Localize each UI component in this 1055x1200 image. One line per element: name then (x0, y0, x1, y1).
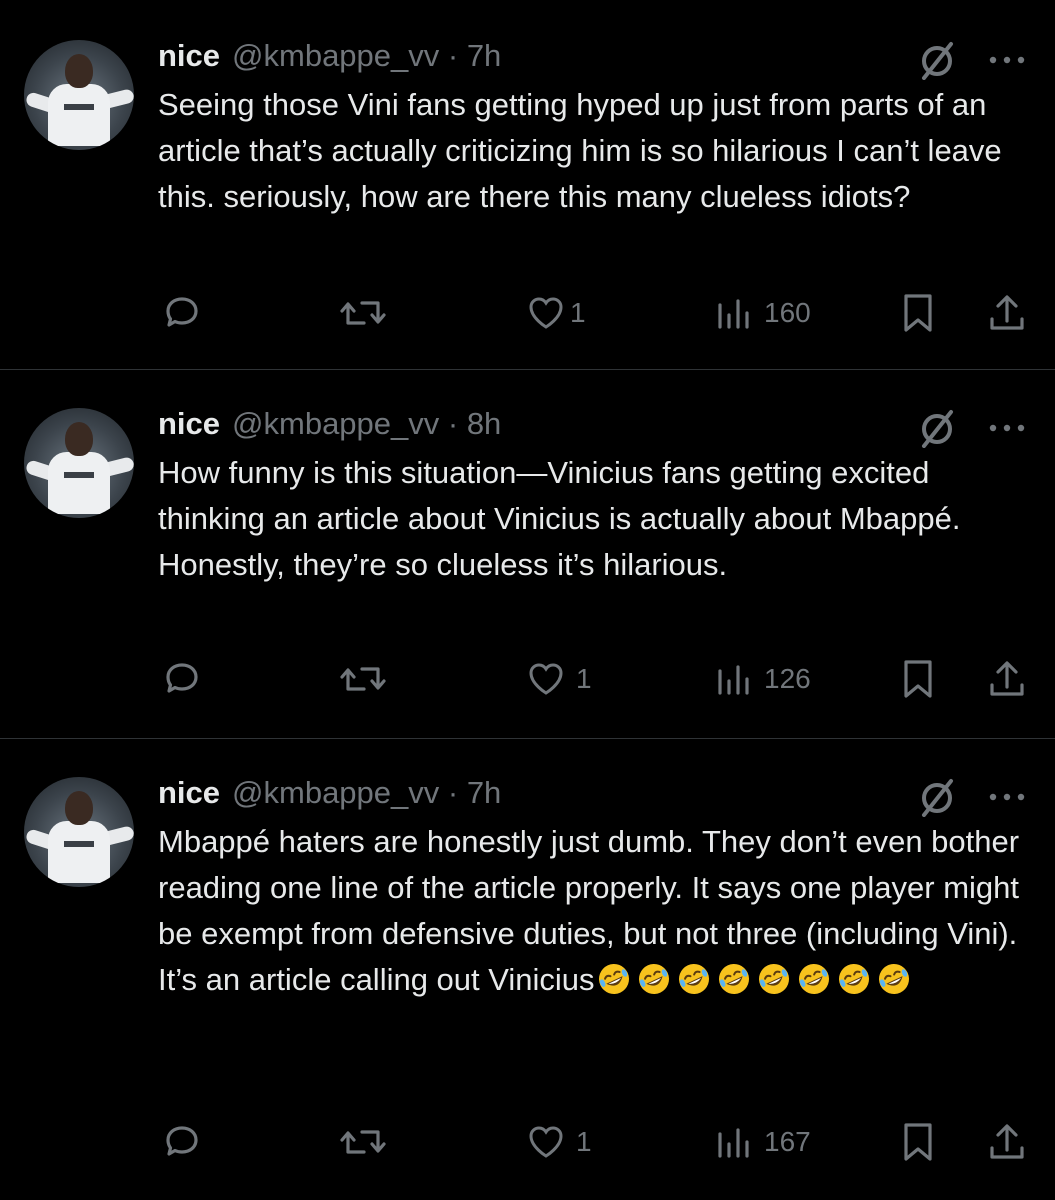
tweet-header: nice @kmbappe_vv · 8h (158, 404, 501, 444)
bookmark-button[interactable] (900, 654, 936, 704)
handle-and-time[interactable]: @kmbappe_vv · 8h (232, 406, 501, 442)
speech-bubble-icon (166, 1126, 198, 1156)
view-count: 167 (764, 1126, 811, 1157)
bar-chart-icon (718, 1128, 749, 1158)
bookmark-button[interactable] (900, 1117, 936, 1167)
repost-arrows-icon (340, 1130, 386, 1154)
like-button[interactable]: 1 (526, 654, 592, 704)
bookmark-icon (904, 660, 932, 698)
rolling-on-floor-laughing-icon (878, 964, 909, 994)
views-button[interactable]: 167 (714, 1117, 811, 1167)
repost-arrows-icon (340, 667, 386, 691)
tweet-text: How funny is this situation—Vinicius fan… (158, 455, 961, 582)
rolling-on-floor-laughing-icon (638, 964, 669, 994)
tweet[interactable]: nice @kmbappe_vv · 8h How funny is this … (0, 368, 1055, 736)
rolling-on-floor-laughing-icon (598, 964, 629, 994)
tweet[interactable]: nice @kmbappe_vv · 7h Seeing those Vini … (0, 0, 1055, 368)
display-name[interactable]: nice (158, 775, 220, 811)
bar-chart-icon (718, 299, 749, 329)
rolling-on-floor-laughing-icon (798, 964, 829, 994)
tweet[interactable]: nice @kmbappe_vv · 7h Mbappé haters are … (0, 737, 1055, 1200)
avatar[interactable] (24, 777, 134, 887)
reply-button[interactable] (160, 1117, 204, 1167)
like-count: 1 (570, 297, 586, 328)
like-button[interactable]: 1 (526, 288, 586, 338)
rolling-on-floor-laughing-icon (718, 964, 749, 994)
repost-arrows-icon (340, 301, 386, 325)
rolling-on-floor-laughing-icon (678, 964, 709, 994)
display-name[interactable]: nice (158, 38, 220, 74)
repost-button[interactable] (338, 288, 388, 338)
share-upload-icon (990, 1124, 1024, 1159)
heart-icon (529, 1126, 563, 1158)
tweet-header: nice @kmbappe_vv · 7h (158, 36, 501, 76)
slashed-circle-icon[interactable] (918, 777, 958, 817)
views-button[interactable]: 160 (714, 288, 811, 338)
speech-bubble-icon (166, 663, 198, 693)
share-button[interactable] (986, 1117, 1028, 1167)
repost-button[interactable] (338, 654, 388, 704)
avatar[interactable] (24, 408, 134, 518)
share-button[interactable] (986, 654, 1028, 704)
ellipsis-icon[interactable] (984, 40, 1030, 80)
ellipsis-icon[interactable] (984, 408, 1030, 448)
action-bar: 1 160 (0, 288, 1055, 338)
heart-icon (529, 663, 563, 695)
share-upload-icon (990, 295, 1024, 330)
slashed-circle-icon[interactable] (918, 408, 958, 448)
like-count: 1 (576, 1126, 592, 1157)
share-upload-icon (990, 661, 1024, 696)
slashed-circle-icon[interactable] (918, 40, 958, 80)
handle-and-time[interactable]: @kmbappe_vv · 7h (232, 38, 501, 74)
view-count: 126 (764, 663, 811, 694)
heart-icon (529, 297, 563, 329)
bar-chart-icon (718, 665, 749, 695)
bookmark-icon (904, 294, 932, 332)
view-count: 160 (764, 297, 811, 328)
action-bar: 1 167 (0, 1117, 1055, 1167)
reply-button[interactable] (160, 288, 204, 338)
like-count: 1 (576, 663, 592, 694)
rolling-on-floor-laughing-icon (758, 964, 789, 994)
reply-button[interactable] (160, 654, 204, 704)
tweet-text: Mbappé haters are honestly just dumb. Th… (158, 819, 1038, 1003)
share-button[interactable] (986, 288, 1028, 338)
emoji-row (595, 962, 911, 997)
bookmark-button[interactable] (900, 288, 936, 338)
repost-button[interactable] (338, 1117, 388, 1167)
views-button[interactable]: 126 (714, 654, 811, 704)
speech-bubble-icon (166, 297, 198, 327)
rolling-on-floor-laughing-icon (838, 964, 869, 994)
handle-and-time[interactable]: @kmbappe_vv · 7h (232, 775, 501, 811)
action-bar: 1 126 (0, 654, 1055, 704)
tweet-header: nice @kmbappe_vv · 7h (158, 773, 501, 813)
display-name[interactable]: nice (158, 406, 220, 442)
like-button[interactable]: 1 (526, 1117, 592, 1167)
tweet-text: Seeing those Vini fans getting hyped up … (158, 87, 1002, 214)
avatar[interactable] (24, 40, 134, 150)
bookmark-icon (904, 1123, 932, 1161)
ellipsis-icon[interactable] (984, 777, 1030, 817)
